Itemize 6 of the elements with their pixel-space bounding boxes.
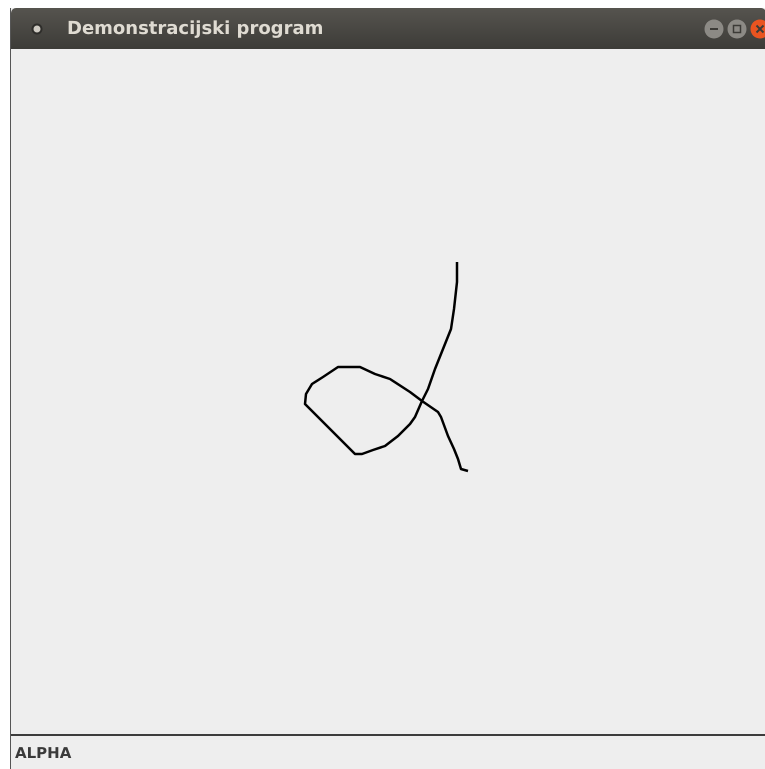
close-icon[interactable] [750, 18, 765, 38]
window-title: Demonstracijski program [67, 18, 324, 39]
minimize-icon[interactable] [704, 18, 724, 38]
maximize-icon[interactable] [727, 18, 747, 38]
status-text: ALPHA [15, 744, 72, 762]
app-icon [31, 22, 43, 34]
